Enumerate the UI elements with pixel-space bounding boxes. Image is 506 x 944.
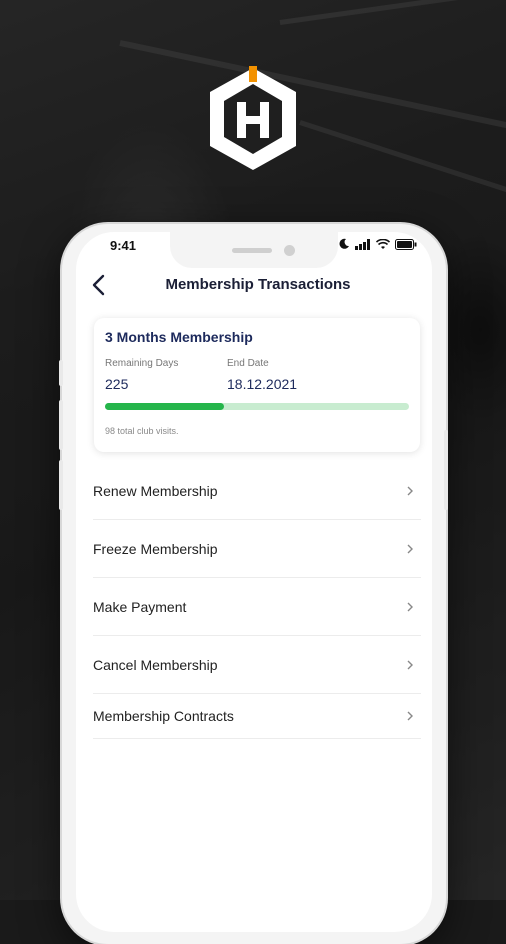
make-payment-item[interactable]: Make Payment [93, 578, 421, 636]
end-date-value: 18.12.2021 [227, 376, 298, 392]
menu-item-label: Renew Membership [93, 482, 218, 499]
menu-item-label: Membership Contracts [93, 708, 234, 724]
chevron-right-icon [407, 544, 413, 553]
wifi-icon [376, 238, 390, 249]
chevron-right-icon [407, 711, 413, 721]
menu-item-label: Cancel Membership [93, 656, 218, 673]
status-icons [338, 238, 417, 250]
membership-actions-list: Renew Membership Freeze Membership Make … [93, 462, 421, 739]
moon-icon [339, 238, 349, 249]
chevron-right-icon [407, 486, 413, 495]
membership-progress-bar [105, 403, 409, 410]
menu-item-label: Freeze Membership [93, 540, 218, 557]
page-title: Membership Transactions [165, 276, 351, 293]
chevron-right-icon [407, 660, 413, 669]
phone-side-button [59, 460, 63, 510]
phone-speaker [232, 248, 272, 253]
menu-item-label: Make Payment [93, 598, 187, 615]
remaining-days-label: Remaining Days [105, 358, 179, 369]
battery-icon [395, 238, 417, 250]
phone-side-button [444, 430, 448, 510]
membership-card: 3 Months Membership Remaining Days 225 E… [94, 318, 420, 452]
cancel-membership-item[interactable]: Cancel Membership [93, 636, 421, 694]
club-visits-text: 98 total club visits. [105, 426, 179, 436]
phone-side-button [59, 360, 63, 386]
signal-icon [355, 238, 370, 250]
membership-contracts-item[interactable]: Membership Contracts [93, 694, 421, 739]
phone-side-button [59, 400, 63, 450]
membership-progress-fill [105, 403, 224, 410]
chevron-right-icon [407, 602, 413, 611]
phone-camera [284, 245, 295, 256]
renew-membership-item[interactable]: Renew Membership [93, 462, 421, 520]
end-date-label: End Date [227, 358, 269, 369]
membership-title: 3 Months Membership [105, 329, 253, 345]
remaining-days-value: 225 [105, 376, 129, 392]
freeze-membership-item[interactable]: Freeze Membership [93, 520, 421, 578]
hexagon-h-logo-icon [210, 66, 296, 170]
status-time: 9:41 [110, 238, 137, 253]
back-arrow-icon[interactable] [88, 272, 110, 298]
